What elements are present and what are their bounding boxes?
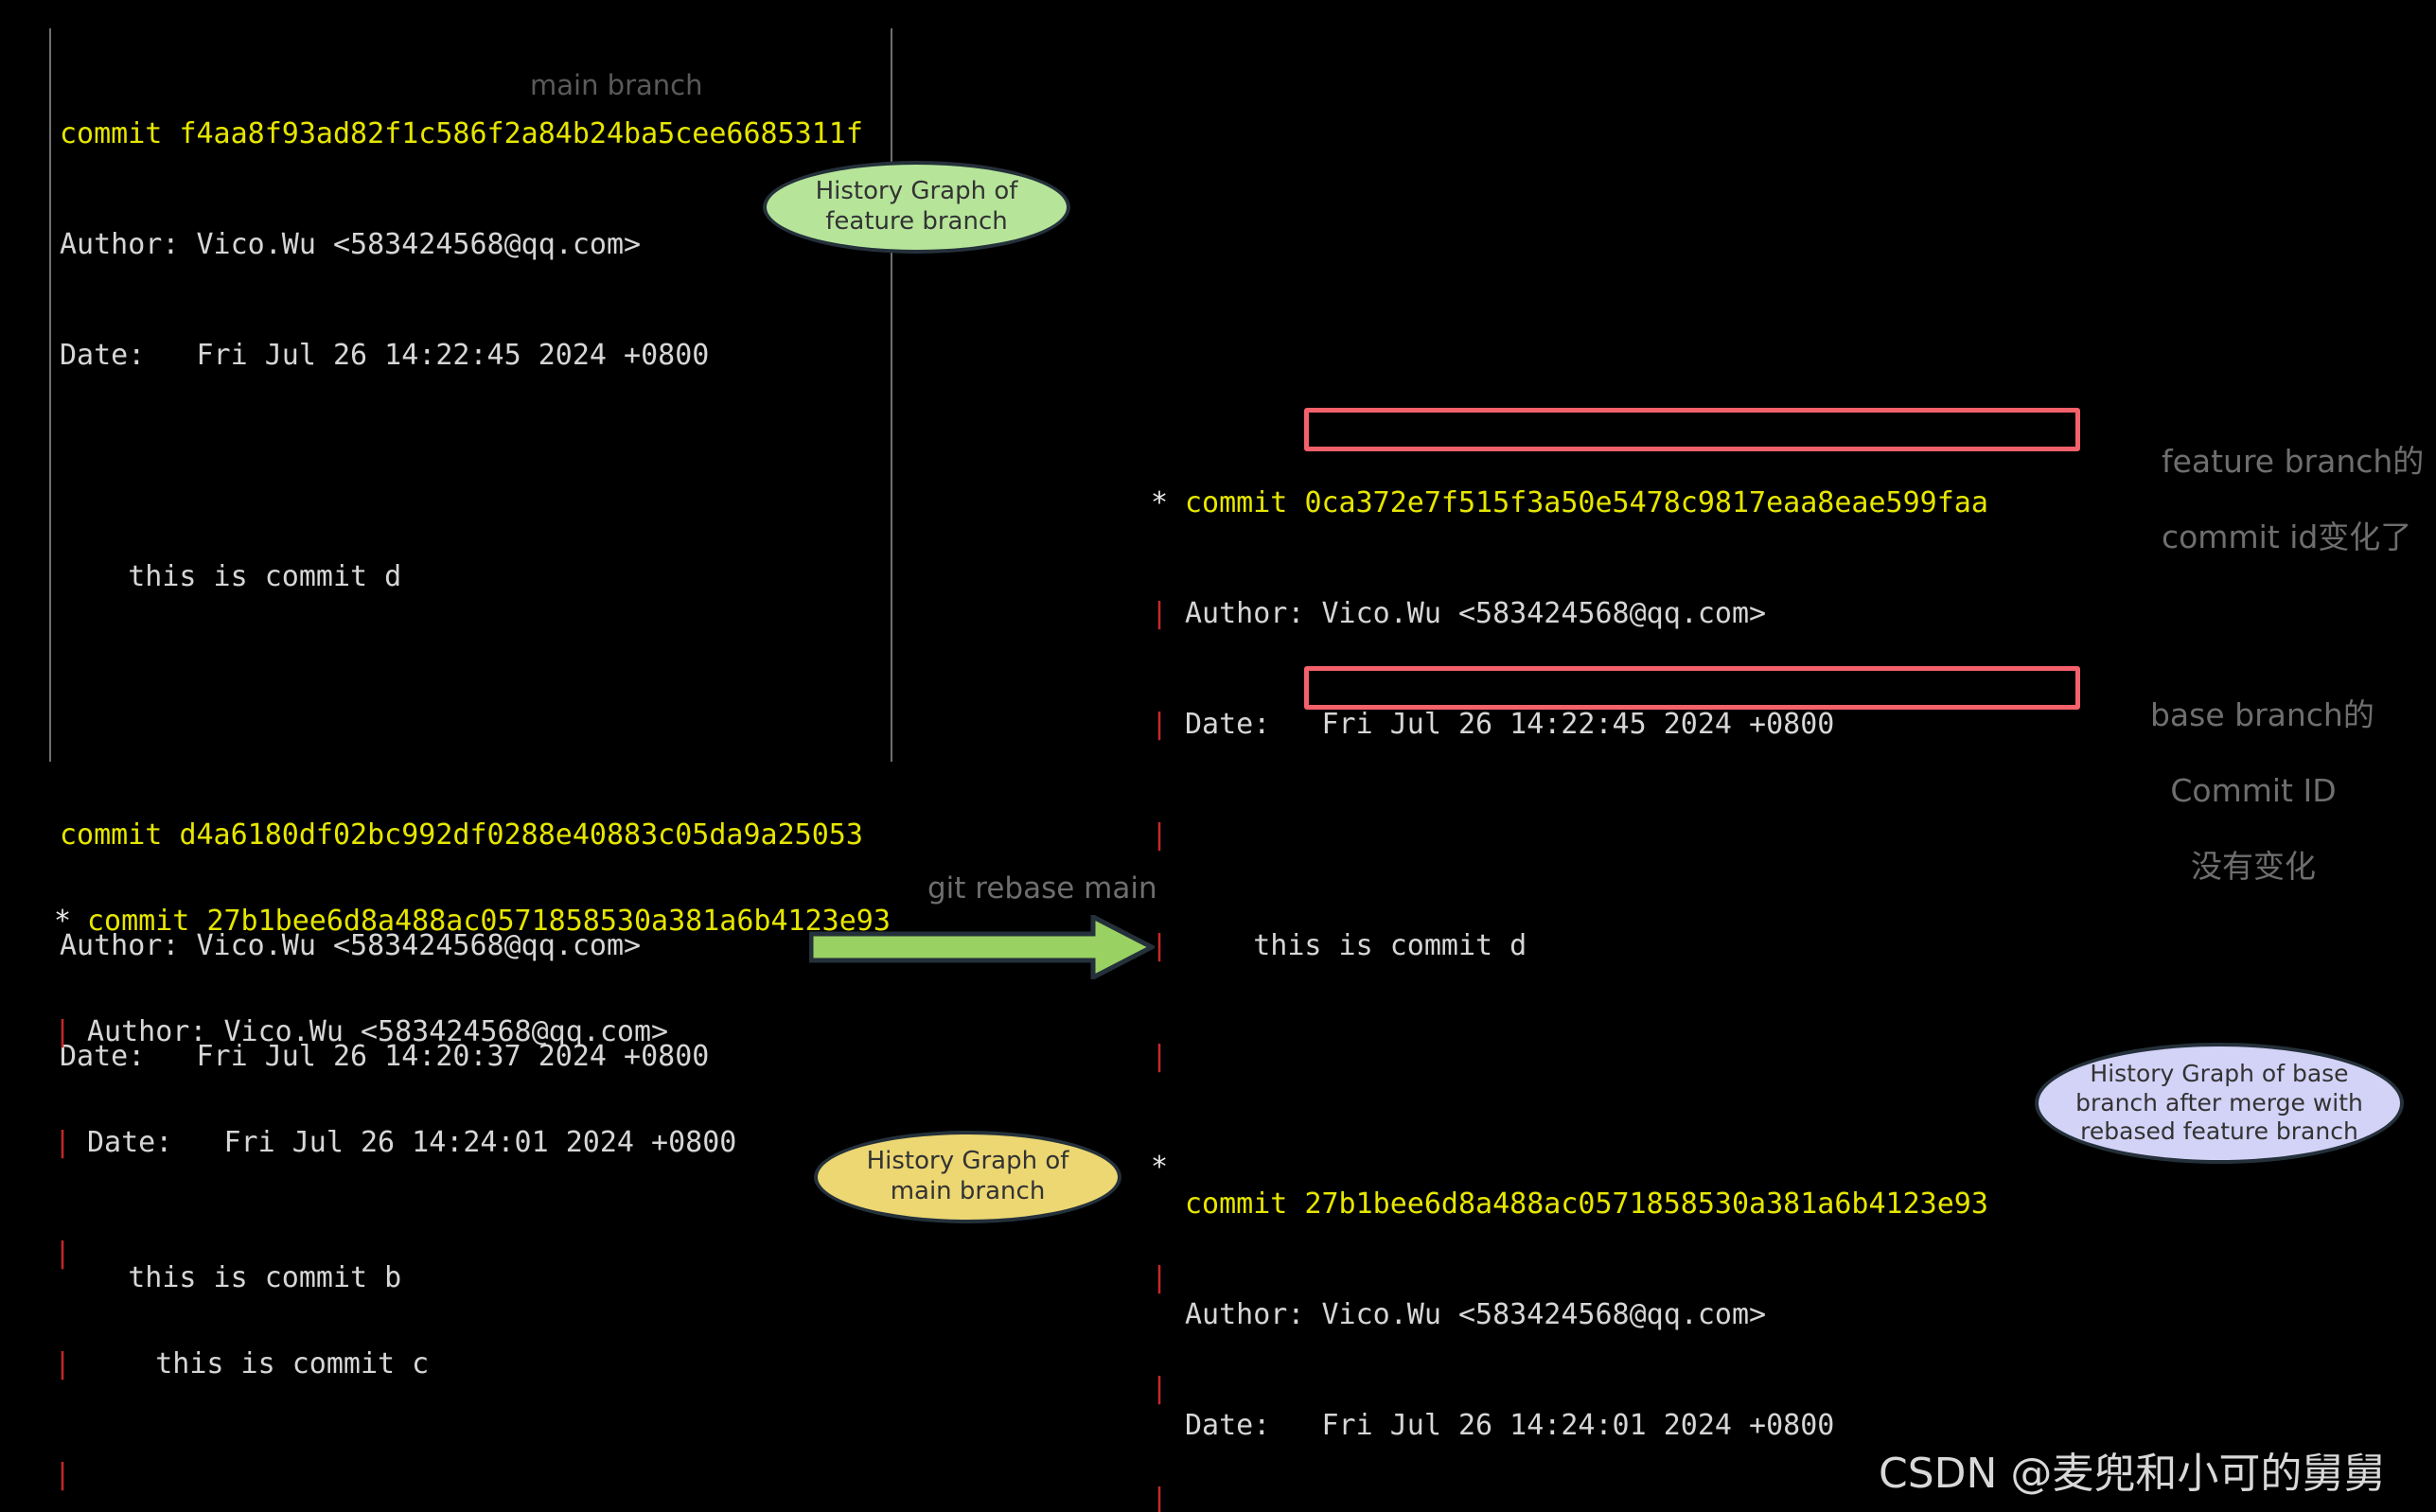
commit-keyword: commit [1185,486,1288,519]
log-line-date: Date: Fri Jul 26 14:22:45 2024 +0800 [1185,708,1835,741]
commit-keyword: commit [60,117,163,150]
log-line-author: Author: Vico.Wu <583424568@qq.com> [1185,1298,1767,1331]
main-branch-log: commit 27b1bee6d8a488ac0571858530a381a6b… [87,829,891,1512]
log-line-author: Author: Vico.Wu <583424568@qq.com> [87,1015,669,1048]
screenshot-root: commit f4aa8f93ad82f1c586f2a84b24ba5cee6… [0,0,2436,1512]
callout-feature-branch-text: History Graph of feature branch [815,177,1018,236]
commit-hash: 0ca372e7f515f3a50e5478c9817eaa8eae599faa [1304,486,1988,519]
log-line-message: this is commit d [60,560,402,593]
log-line-blank [87,1456,891,1493]
feature-panel-right-rule [891,28,892,762]
commit-hash: 27b1bee6d8a488ac0571858530a381a6b4123e93 [1304,1187,1988,1221]
log-line-commit: commit f4aa8f93ad82f1c586f2a84b24ba5cee6… [60,115,863,152]
note-feature-commit-id-changed: feature branch的 commit id变化了 [2161,443,2425,555]
callout-base-branch: History Graph of base branch after merge… [2035,1043,2404,1164]
commit-keyword: commit [87,905,190,938]
log-line-blank [87,1235,891,1272]
log-line-date: Date: Fri Jul 26 14:24:01 2024 +0800 [87,1126,737,1159]
feature-panel-left-rule [49,28,51,762]
note-base-commit-id-unchanged: base branch的 Commit ID 没有变化 [2149,696,2374,885]
log-line-blank [60,448,863,484]
csdn-watermark: CSDN @麦兜和小可的舅舅 [1879,1450,2386,1498]
log-line-blank [60,669,863,706]
rebase-arrow-icon [809,915,1155,979]
log-line-commit: commit 0ca372e7f515f3a50e5478c9817eaa8ea… [1185,484,1988,521]
callout-main-branch: History Graph of main branch [814,1131,1121,1223]
log-line-date: Date: Fri Jul 26 14:24:01 2024 +0800 [1185,1409,1835,1442]
log-line-message: this is commit c [87,1347,430,1380]
log-line-commit: commit 27b1bee6d8a488ac0571858530a381a6b… [87,903,891,940]
callout-feature-branch: History Graph of feature branch [763,161,1070,254]
rebased-base-branch-log: commit 0ca372e7f515f3a50e5478c9817eaa8ea… [1185,411,1988,1512]
commit-hash: f4aa8f93ad82f1c586f2a84b24ba5cee6685311f [179,117,863,150]
log-line-author: Author: Vico.Wu <583424568@qq.com> [1185,597,1767,630]
log-line-date: Date: Fri Jul 26 14:22:45 2024 +0800 [60,339,710,372]
log-line-blank [1185,1038,1988,1075]
commit-hash: 27b1bee6d8a488ac0571858530a381a6b4123e93 [206,905,891,938]
log-line-commit: commit 27b1bee6d8a488ac0571858530a381a6b… [1185,1186,1988,1222]
log-line-blank [1185,817,1988,853]
log-line-author: Author: Vico.Wu <583424568@qq.com> [60,228,642,261]
git-rebase-command-label: git rebase main [927,871,1157,905]
commit-keyword: commit [1185,1187,1288,1221]
callout-base-branch-text: History Graph of base branch after merge… [2075,1060,2363,1146]
log-line-message: this is commit d [1185,929,1527,962]
callout-main-branch-text: History Graph of main branch [866,1147,1069,1205]
main-branch-watermark-note: main branch [530,69,703,101]
